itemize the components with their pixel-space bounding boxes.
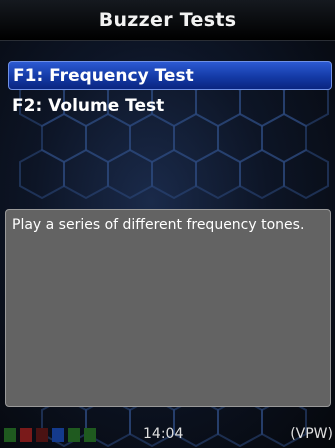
device-screen: Buzzer Tests F1: Frequency Test F2: Volum… xyxy=(0,0,335,448)
menu-item-2[interactable]: F2: Volume Test xyxy=(8,92,332,121)
status-indicator xyxy=(36,428,48,442)
status-mode: (VPW) xyxy=(290,426,333,442)
page-title: Buzzer Tests xyxy=(0,0,335,41)
status-indicator xyxy=(20,428,32,442)
status-bar: 14:04 (VPW) xyxy=(0,422,335,448)
status-indicator xyxy=(68,428,80,442)
status-indicator xyxy=(52,428,64,442)
status-time: 14:04 xyxy=(143,426,184,442)
test-menu: F1: Frequency Test F2: Volume Test xyxy=(8,61,332,123)
status-indicator xyxy=(4,428,16,442)
description-panel: Play a series of different frequency ton… xyxy=(5,209,331,407)
menu-item-1[interactable]: F1: Frequency Test xyxy=(8,61,332,90)
status-indicator xyxy=(84,428,96,442)
